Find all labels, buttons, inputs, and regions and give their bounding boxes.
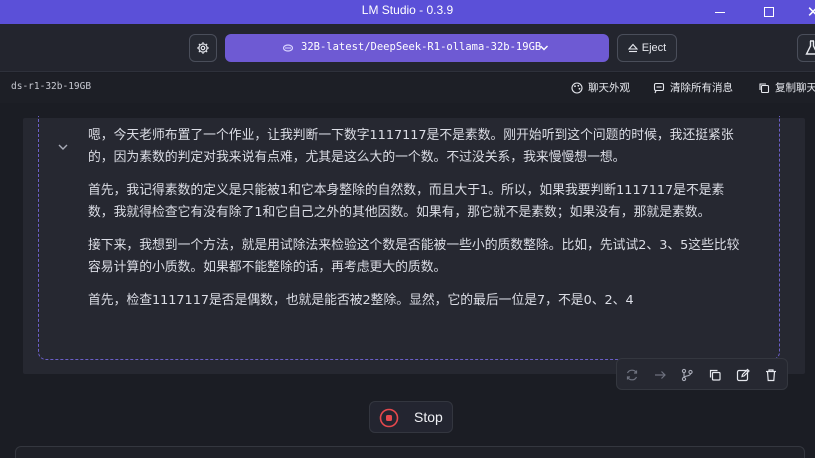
model-selector[interactable]: 32B-latest/DeepSeek-R1-ollama-32b-19GB <box>225 34 609 62</box>
top-toolbar: 32B-latest/DeepSeek-R1-ollama-32b-19GB E… <box>0 24 815 72</box>
maximize-button[interactable] <box>746 0 792 24</box>
maximize-icon <box>764 7 774 17</box>
stop-button[interactable]: Stop <box>369 401 453 433</box>
copy-message-button[interactable] <box>706 366 724 384</box>
chevron-down-icon <box>540 45 548 51</box>
close-button[interactable]: ✕ <box>790 0 815 24</box>
refresh-icon <box>626 369 638 381</box>
branch-button[interactable] <box>678 366 696 384</box>
copy-icon <box>759 82 770 93</box>
thinking-paragraph: 首先，检查1117117是否是偶数，也就是能否被2整除。显然，它的最后一位是7，… <box>88 293 634 308</box>
thinking-paragraph: 首先，我记得素数的定义是只能被1和它本身整除的自然数，而且大于1。所以，如果我要… <box>88 183 725 220</box>
clear-chat-icon <box>653 82 665 93</box>
minimize-icon <box>715 11 725 13</box>
chat-appearance-button[interactable]: 聊天外观 <box>571 80 630 95</box>
clear-messages-label: 清除所有消息 <box>670 82 733 94</box>
flask-icon <box>805 40 815 55</box>
copy-chat-label: 复制聊天 <box>775 82 815 94</box>
thinking-paragraph: 接下来，我想到一个方法，就是用试除法来检验这个数是否能被一些小的质数整除。比如，… <box>88 238 740 275</box>
copy-icon <box>709 369 721 381</box>
settings-button[interactable] <box>189 34 217 62</box>
continue-button[interactable] <box>651 366 669 384</box>
eject-button[interactable]: Eject <box>617 34 677 62</box>
chat-header: ds-r1-32b-19GB 聊天外观 清除所有消息 复制聊天 <box>0 73 815 103</box>
stop-icon <box>379 408 399 428</box>
arrow-right-icon <box>655 371 666 379</box>
title-bar: LM Studio - 0.3.9 ✕ <box>0 0 815 24</box>
palette-icon <box>571 81 583 94</box>
copy-chat-button[interactable]: 复制聊天 <box>758 80 815 95</box>
message-actions <box>616 358 788 390</box>
chevron-down-icon[interactable] <box>56 140 70 154</box>
developer-button[interactable] <box>797 34 815 62</box>
clear-messages-button[interactable]: 清除所有消息 <box>653 80 733 95</box>
branch-icon <box>681 368 693 382</box>
eject-label: Eject <box>641 42 667 54</box>
stop-label: Stop <box>414 409 443 425</box>
thinking-content: 嗯，今天老师布置了一个作业，让我判断一下数字1117117是不是素数。刚开始听到… <box>88 125 748 323</box>
chat-input[interactable] <box>15 446 805 458</box>
close-icon: ✕ <box>806 3 815 21</box>
regenerate-button[interactable] <box>623 366 641 384</box>
edit-message-button[interactable] <box>734 366 752 384</box>
thinking-paragraph: 嗯，今天老师布置了一个作业，让我判断一下数字1117117是不是素数。刚开始听到… <box>88 128 734 165</box>
trash-icon <box>766 369 776 382</box>
edit-icon <box>736 368 750 382</box>
model-selector-label: 32B-latest/DeepSeek-R1-ollama-32b-19GB <box>301 41 542 53</box>
minimize-button[interactable] <box>697 0 743 24</box>
chip-icon <box>283 44 293 52</box>
gear-icon <box>197 42 209 54</box>
delete-message-button[interactable] <box>762 366 780 384</box>
window-title: LM Studio - 0.3.9 <box>361 3 454 17</box>
model-id-label: ds-r1-32b-19GB <box>11 81 92 92</box>
chat-appearance-label: 聊天外观 <box>588 82 630 94</box>
eject-icon <box>627 43 638 53</box>
